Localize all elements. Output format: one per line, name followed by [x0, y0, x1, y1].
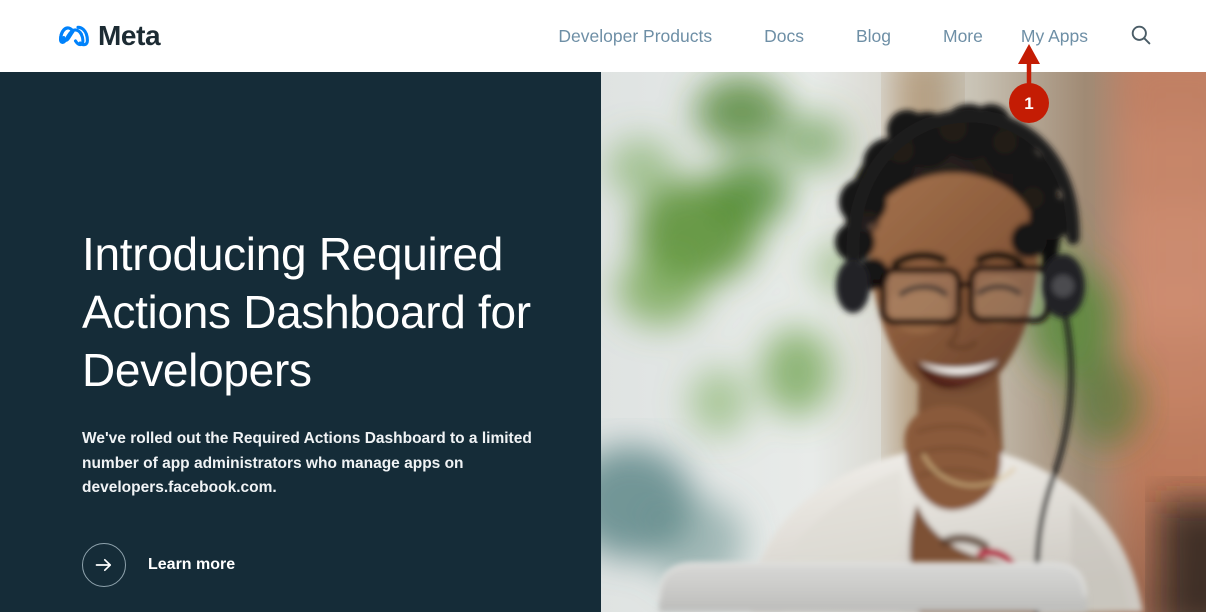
primary-navigation: Developer Products Docs Blog More My App… — [558, 20, 1206, 53]
page-root: Meta Developer Products Docs Blog More M… — [0, 0, 1206, 612]
learn-more-button[interactable]: Learn more — [82, 542, 236, 587]
meta-wordmark: Meta — [98, 20, 161, 51]
meta-brand-logo[interactable]: Meta — [57, 20, 161, 51]
site-header: Meta Developer Products Docs Blog More M… — [0, 0, 1206, 72]
nav-item-more[interactable]: More — [943, 20, 983, 53]
hero-section: Introducing Required Actions Dashboard f… — [0, 72, 1206, 612]
nav-item-my-apps[interactable]: My Apps — [1021, 20, 1088, 53]
hero-copy-panel: Introducing Required Actions Dashboard f… — [0, 72, 601, 612]
hero-title: Introducing Required Actions Dashboard f… — [82, 228, 531, 396]
learn-more-label: Learn more — [148, 555, 236, 573]
meta-infinity-icon — [57, 24, 91, 48]
hero-description: We've rolled out the Required Actions Da… — [82, 430, 532, 496]
nav-item-developer-products[interactable]: Developer Products — [558, 20, 712, 53]
hero-photo — [601, 72, 1206, 612]
search-icon — [1129, 23, 1153, 50]
search-button[interactable] — [1128, 23, 1154, 49]
nav-item-blog[interactable]: Blog — [856, 20, 891, 53]
hero-copy-inner: Introducing Required Actions Dashboard f… — [82, 225, 582, 587]
nav-item-docs[interactable]: Docs — [764, 20, 804, 53]
arrow-right-icon — [82, 542, 126, 587]
